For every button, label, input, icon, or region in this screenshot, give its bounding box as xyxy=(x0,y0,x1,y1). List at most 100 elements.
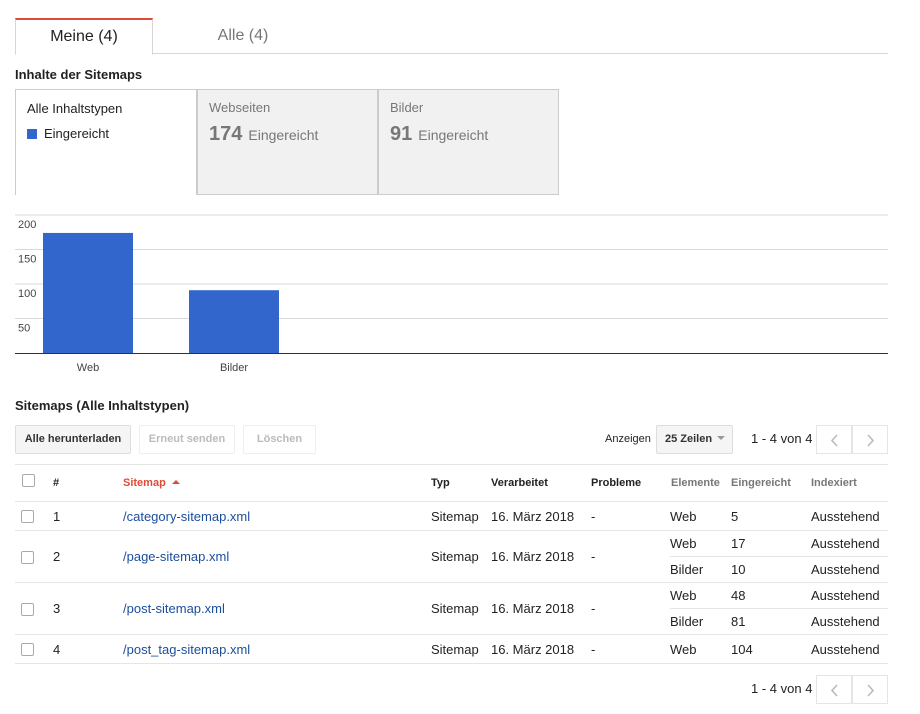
row-checkbox[interactable] xyxy=(21,643,34,656)
legend-card[interactable]: Alle Inhaltstypen Eingereicht xyxy=(15,89,197,195)
sitemaps-title: Sitemaps (Alle Inhaltstypen) xyxy=(15,398,190,413)
header-indexed: Indexiert xyxy=(811,477,857,489)
content-item: Web 17 Ausstehend xyxy=(670,531,888,557)
item-indexed: Ausstehend xyxy=(811,562,880,577)
row-problems: - xyxy=(591,642,596,657)
select-all-checkbox[interactable] xyxy=(22,474,35,487)
table-row: 2 /page-sitemap.xml Sitemap 16. März 201… xyxy=(15,531,888,583)
rows-per-page-select[interactable]: 25 Zeilen xyxy=(656,425,733,454)
item-submitted: 17 xyxy=(731,536,746,551)
content-item: Web 5 Ausstehend xyxy=(670,504,888,530)
legend-item: Eingereicht xyxy=(27,126,109,141)
table-row: 4 /post_tag-sitemap.xml Sitemap 16. März… xyxy=(15,635,888,664)
row-problems: - xyxy=(591,601,596,616)
card-images-count: 91 xyxy=(390,123,413,145)
tab-bar: Meine (4) Alle (4) xyxy=(15,18,888,55)
content-section-title: Inhalte der Sitemaps xyxy=(15,67,143,82)
content-item: Web 104 Ausstehend xyxy=(670,637,888,663)
content-type-cards: Alle Inhaltstypen Eingereicht Webseiten … xyxy=(15,89,565,195)
pager-range-top: 1 - 4 von 4 xyxy=(751,431,813,446)
item-submitted: 81 xyxy=(731,614,746,629)
bar xyxy=(43,232,133,353)
tab-all[interactable]: Alle (4) xyxy=(153,18,333,54)
item-element: Bilder xyxy=(670,614,704,629)
item-submitted: 10 xyxy=(731,562,746,577)
rows-per-page-value: 25 Zeilen xyxy=(665,433,713,445)
row-number: 4 xyxy=(53,642,61,657)
row-number: 3 xyxy=(53,601,61,616)
table-row: 3 /post-sitemap.xml Sitemap 16. März 201… xyxy=(15,583,888,635)
next-page-button-bottom[interactable] xyxy=(852,675,888,704)
item-indexed: Ausstehend xyxy=(811,614,880,629)
sitemap-link[interactable]: /page-sitemap.xml xyxy=(123,549,229,564)
table-header: # Sitemap Typ Verarbeitet Probleme Eleme… xyxy=(15,464,888,502)
row-checkbox[interactable] xyxy=(21,510,34,523)
caret-down-icon xyxy=(717,436,726,440)
row-processed: 16. März 2018 xyxy=(491,549,575,564)
sitemap-link[interactable]: /post_tag-sitemap.xml xyxy=(123,642,250,657)
item-submitted: 104 xyxy=(731,642,753,657)
row-checkbox[interactable] xyxy=(21,551,34,564)
chevron-right-icon xyxy=(867,684,875,697)
header-type: Typ xyxy=(431,477,450,489)
sitemap-link[interactable]: /post-sitemap.xml xyxy=(123,601,225,616)
item-element: Bilder xyxy=(670,562,704,577)
card-webpages-count: 174 xyxy=(209,123,243,145)
header-sitemap-label: Sitemap xyxy=(123,477,166,489)
card-webpages-value: 174 Eingereicht xyxy=(209,123,318,146)
row-problems: - xyxy=(591,549,596,564)
chevron-left-icon xyxy=(830,684,838,697)
card-images-title: Bilder xyxy=(390,100,424,115)
row-type: Sitemap xyxy=(431,549,479,564)
next-page-button-top[interactable] xyxy=(852,425,888,454)
item-indexed: Ausstehend xyxy=(811,588,880,603)
item-submitted: 5 xyxy=(731,509,739,524)
content-item: Web 48 Ausstehend xyxy=(670,583,888,609)
y-tick-label: 200 xyxy=(18,219,36,231)
card-images-value: 91 Eingereicht xyxy=(390,123,488,146)
row-number: 1 xyxy=(53,509,61,524)
card-images[interactable]: Bilder 91 Eingereicht xyxy=(378,89,559,195)
prev-page-button-top[interactable] xyxy=(816,425,852,454)
header-submitted: Eingereicht xyxy=(731,477,791,489)
header-problems: Probleme xyxy=(591,477,642,489)
item-submitted: 48 xyxy=(731,588,746,603)
show-rows-label: Anzeigen xyxy=(605,433,651,445)
tab-mine[interactable]: Meine (4) xyxy=(15,18,153,55)
x-tick-label: Web xyxy=(77,362,99,374)
row-type: Sitemap xyxy=(431,601,479,616)
item-indexed: Ausstehend xyxy=(811,509,880,524)
legend-card-title: Alle Inhaltstypen xyxy=(27,101,123,116)
y-tick-label: 100 xyxy=(18,288,36,300)
row-processed: 16. März 2018 xyxy=(491,601,575,616)
card-webpages-label: Eingereicht xyxy=(248,127,319,143)
legend-swatch xyxy=(27,129,37,139)
prev-page-button-bottom[interactable] xyxy=(816,675,852,704)
item-element: Web xyxy=(670,536,697,551)
row-processed: 16. März 2018 xyxy=(491,509,575,524)
card-webpages-title: Webseiten xyxy=(209,100,271,115)
download-all-button[interactable]: Alle herunterladen xyxy=(15,425,131,454)
item-indexed: Ausstehend xyxy=(811,642,880,657)
sitemap-link[interactable]: /category-sitemap.xml xyxy=(123,509,250,524)
delete-button[interactable]: Löschen xyxy=(243,425,316,454)
chevron-right-icon xyxy=(867,434,875,447)
y-tick-label: 50 xyxy=(18,323,30,335)
header-elements: Elemente xyxy=(671,477,720,489)
header-sitemap[interactable]: Sitemap xyxy=(123,465,180,502)
chevron-left-icon xyxy=(830,434,838,447)
row-type: Sitemap xyxy=(431,509,479,524)
submitted-bar-chart: 50 100 150 200 Web Bilder xyxy=(15,214,888,374)
row-type: Sitemap xyxy=(431,642,479,657)
row-processed: 16. März 2018 xyxy=(491,642,575,657)
row-checkbox[interactable] xyxy=(21,603,34,616)
header-number: # xyxy=(53,477,60,489)
x-tick-label: Bilder xyxy=(220,362,248,374)
card-images-label: Eingereicht xyxy=(418,127,489,143)
row-number: 2 xyxy=(53,549,61,564)
content-item: Bilder 81 Ausstehend xyxy=(670,609,888,635)
y-tick-label: 150 xyxy=(18,254,36,266)
card-webpages[interactable]: Webseiten 174 Eingereicht xyxy=(197,89,378,195)
resend-button[interactable]: Erneut senden xyxy=(139,425,235,454)
content-item: Bilder 10 Ausstehend xyxy=(670,557,888,583)
